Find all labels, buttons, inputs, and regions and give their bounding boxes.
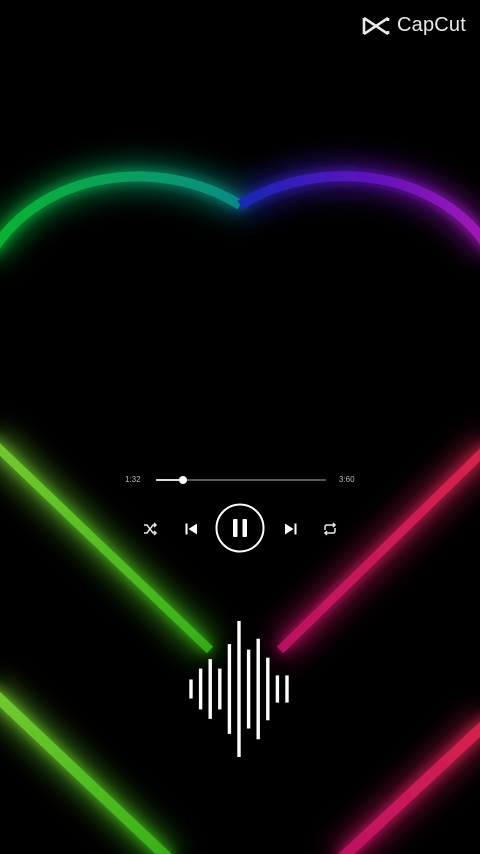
- visualizer-bar: [237, 621, 241, 757]
- visualizer-bar: [246, 649, 251, 729]
- visualizer-bar: [275, 675, 280, 703]
- visualizer-bar: [218, 668, 222, 710]
- audio-visualizer: [189, 621, 289, 757]
- video-frame: CapCut 1:32 3:60: [0, 0, 480, 854]
- visualizer-bar: [208, 659, 212, 719]
- visualizer-bar: [227, 644, 232, 734]
- visualizer-bar: [256, 638, 260, 740]
- visualizer-bar: [266, 657, 270, 721]
- visualizer-bar: [198, 668, 203, 710]
- visualizer-bar: [189, 679, 193, 699]
- visualizer-bar: [285, 675, 289, 703]
